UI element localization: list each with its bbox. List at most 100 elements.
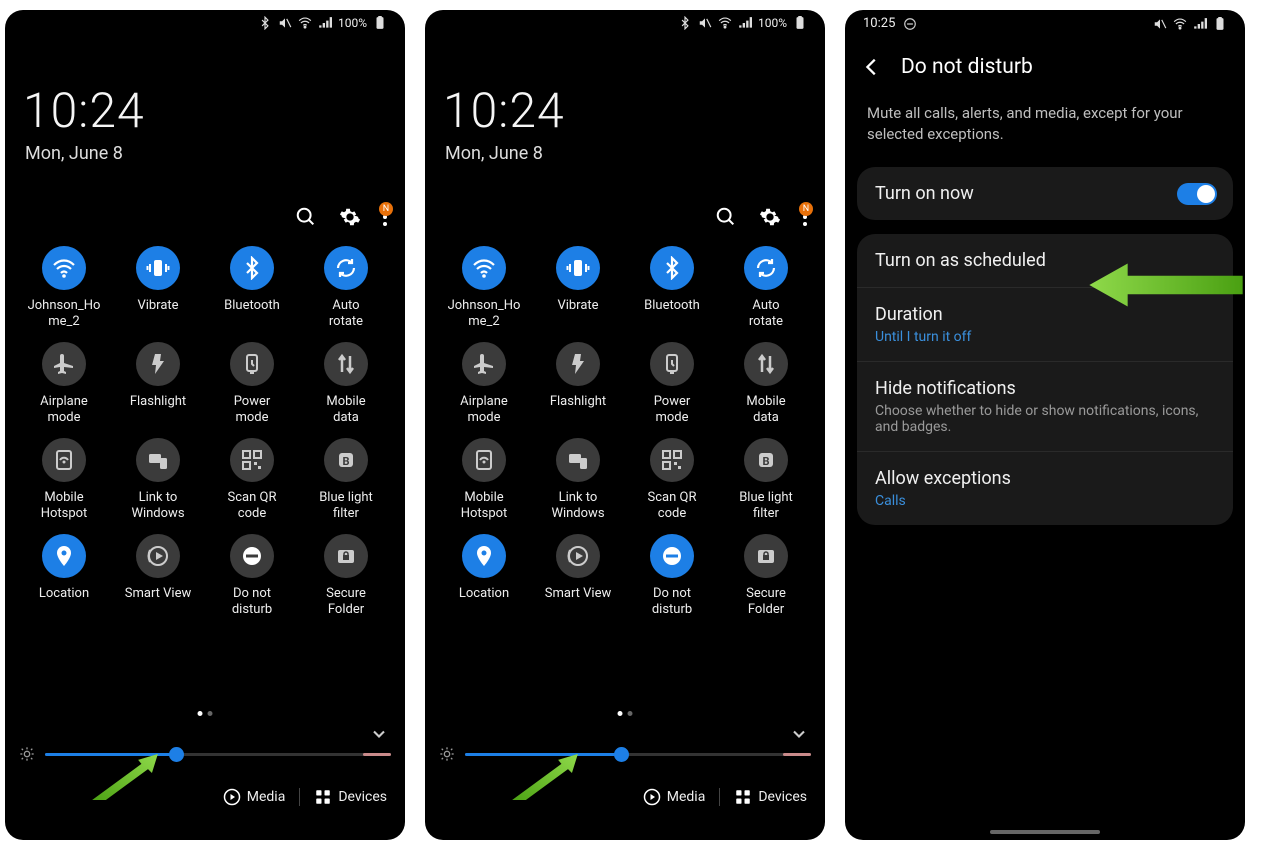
chevron-down-icon[interactable] — [789, 724, 809, 744]
brightness-slider[interactable] — [439, 746, 811, 762]
tile-rotate[interactable]: Autorotate — [299, 246, 393, 330]
tile-wifi[interactable]: Johnson_Home_2 — [437, 246, 531, 330]
mdata-icon — [334, 352, 358, 376]
tile-rotate[interactable]: Autorotate — [719, 246, 813, 330]
gear-icon[interactable] — [759, 206, 781, 228]
turn-on-scheduled-row[interactable]: Turn on as scheduled — [857, 234, 1233, 288]
battery-text: 100% — [338, 16, 367, 30]
quick-tiles-grid-2: Johnson_Home_2VibrateBluetoothAutorotate… — [433, 246, 817, 618]
pager-dots — [618, 711, 633, 716]
tile-bluetooth[interactable]: Bluetooth — [205, 246, 299, 330]
devices-button[interactable]: Devices — [734, 788, 807, 806]
tile-label: MobileHotspot — [461, 490, 508, 522]
media-button[interactable]: Media — [223, 788, 286, 806]
tile-wifi[interactable]: Johnson_Home_2 — [17, 246, 111, 330]
tile-vibrate[interactable]: Vibrate — [111, 246, 205, 330]
tile-label: Scan QRcode — [648, 490, 697, 522]
home-indicator — [990, 830, 1100, 834]
tile-location[interactable]: Location — [17, 534, 111, 618]
tile-vibrate[interactable]: Vibrate — [531, 246, 625, 330]
search-icon[interactable] — [295, 206, 317, 228]
tile-label: Do notdisturb — [652, 586, 692, 618]
tile-label: Airplanemode — [460, 394, 508, 426]
turn-on-now-row[interactable]: Turn on now — [857, 167, 1233, 220]
gear-icon[interactable] — [339, 206, 361, 228]
secure-icon — [334, 544, 358, 568]
page-description: Mute all calls, alerts, and media, excep… — [853, 95, 1237, 163]
status-time: 10:25 — [863, 16, 895, 31]
tile-label: Mobiledata — [746, 394, 785, 426]
turn-on-now-toggle[interactable] — [1177, 183, 1217, 205]
secure-icon — [754, 544, 778, 568]
tile-mdata[interactable]: Mobiledata — [719, 342, 813, 426]
phone-panel-3: 10:25 Do not disturb Mute all calls, ale… — [845, 10, 1245, 840]
status-bar: 100% — [13, 10, 397, 34]
tile-label: SecureFolder — [746, 586, 786, 618]
more-icon[interactable]: N — [803, 208, 807, 226]
turn-on-now-card: Turn on now — [857, 167, 1233, 220]
mute-status-icon — [278, 16, 292, 30]
location-icon — [472, 544, 496, 568]
power-icon — [240, 352, 264, 376]
allow-exceptions-row[interactable]: Allow exceptions Calls — [857, 452, 1233, 525]
devices-icon — [314, 788, 332, 806]
battery-status-icon — [1213, 17, 1227, 31]
chevron-down-icon[interactable] — [369, 724, 389, 744]
tile-link[interactable]: Link toWindows — [531, 438, 625, 522]
more-icon[interactable]: N — [383, 208, 387, 226]
tile-label: Airplanemode — [40, 394, 88, 426]
tile-smartview[interactable]: Smart View — [531, 534, 625, 618]
search-icon[interactable] — [715, 206, 737, 228]
tile-power[interactable]: Powermode — [205, 342, 299, 426]
mute-status-icon — [698, 16, 712, 30]
tile-qr[interactable]: Scan QRcode — [625, 438, 719, 522]
hide-notifications-row[interactable]: Hide notifications Choose whether to hid… — [857, 362, 1233, 452]
tile-flash[interactable]: Flashlight — [531, 342, 625, 426]
tile-link[interactable]: Link toWindows — [111, 438, 205, 522]
tile-secure[interactable]: SecureFolder — [299, 534, 393, 618]
tile-secure[interactable]: SecureFolder — [719, 534, 813, 618]
tile-label: Bluetooth — [224, 298, 280, 330]
brightness-slider[interactable] — [19, 746, 391, 762]
tile-label: Powermode — [654, 394, 691, 426]
tile-mdata[interactable]: Mobiledata — [299, 342, 393, 426]
bluetooth-icon — [660, 256, 684, 280]
smartview-icon — [146, 544, 170, 568]
tile-plane[interactable]: Airplanemode — [17, 342, 111, 426]
tile-flash[interactable]: Flashlight — [111, 342, 205, 426]
tile-hotspot[interactable]: MobileHotspot — [437, 438, 531, 522]
wifi-icon — [52, 256, 76, 280]
tile-bluelight[interactable]: BBlue lightfilter — [299, 438, 393, 522]
tile-dnd[interactable]: Do notdisturb — [625, 534, 719, 618]
tile-hotspot[interactable]: MobileHotspot — [17, 438, 111, 522]
quick-tiles-grid-1: Johnson_Home_2Vibrate Bluetooth Autorotate… — [13, 246, 397, 618]
clock-time: 10:24 — [23, 82, 397, 139]
qr-icon — [660, 448, 684, 472]
wifi-status-icon — [718, 16, 732, 30]
media-button[interactable]: Media — [643, 788, 706, 806]
devices-button[interactable]: Devices — [314, 788, 387, 806]
svg-text:B: B — [762, 455, 769, 468]
tile-bluetooth[interactable]: Bluetooth — [625, 246, 719, 330]
clock-date: Mon, June 8 — [25, 143, 397, 164]
battery-text: 100% — [758, 16, 787, 30]
tile-smartview[interactable]: Smart View — [111, 534, 205, 618]
tile-power[interactable]: Powermode — [625, 342, 719, 426]
tile-label: Smart View — [125, 586, 192, 618]
duration-row[interactable]: Duration Until I turn it off — [857, 288, 1233, 362]
tile-label: Smart View — [545, 586, 612, 618]
back-icon[interactable] — [861, 56, 883, 78]
tile-dnd[interactable]: Do notdisturb — [205, 534, 299, 618]
status-bar: 100% — [433, 10, 817, 34]
tile-bluelight[interactable]: BBlue lightfilter — [719, 438, 813, 522]
bluetooth-icon — [240, 256, 264, 280]
tile-label: Autorotate — [329, 298, 363, 330]
tile-qr[interactable]: Scan QRcode — [205, 438, 299, 522]
tile-location[interactable]: Location — [437, 534, 531, 618]
hotspot-icon — [52, 448, 76, 472]
dnd-status-icon — [903, 17, 917, 31]
flash-icon — [566, 352, 590, 376]
svg-text:B: B — [342, 455, 349, 468]
tile-plane[interactable]: Airplanemode — [437, 342, 531, 426]
qr-icon — [240, 448, 264, 472]
